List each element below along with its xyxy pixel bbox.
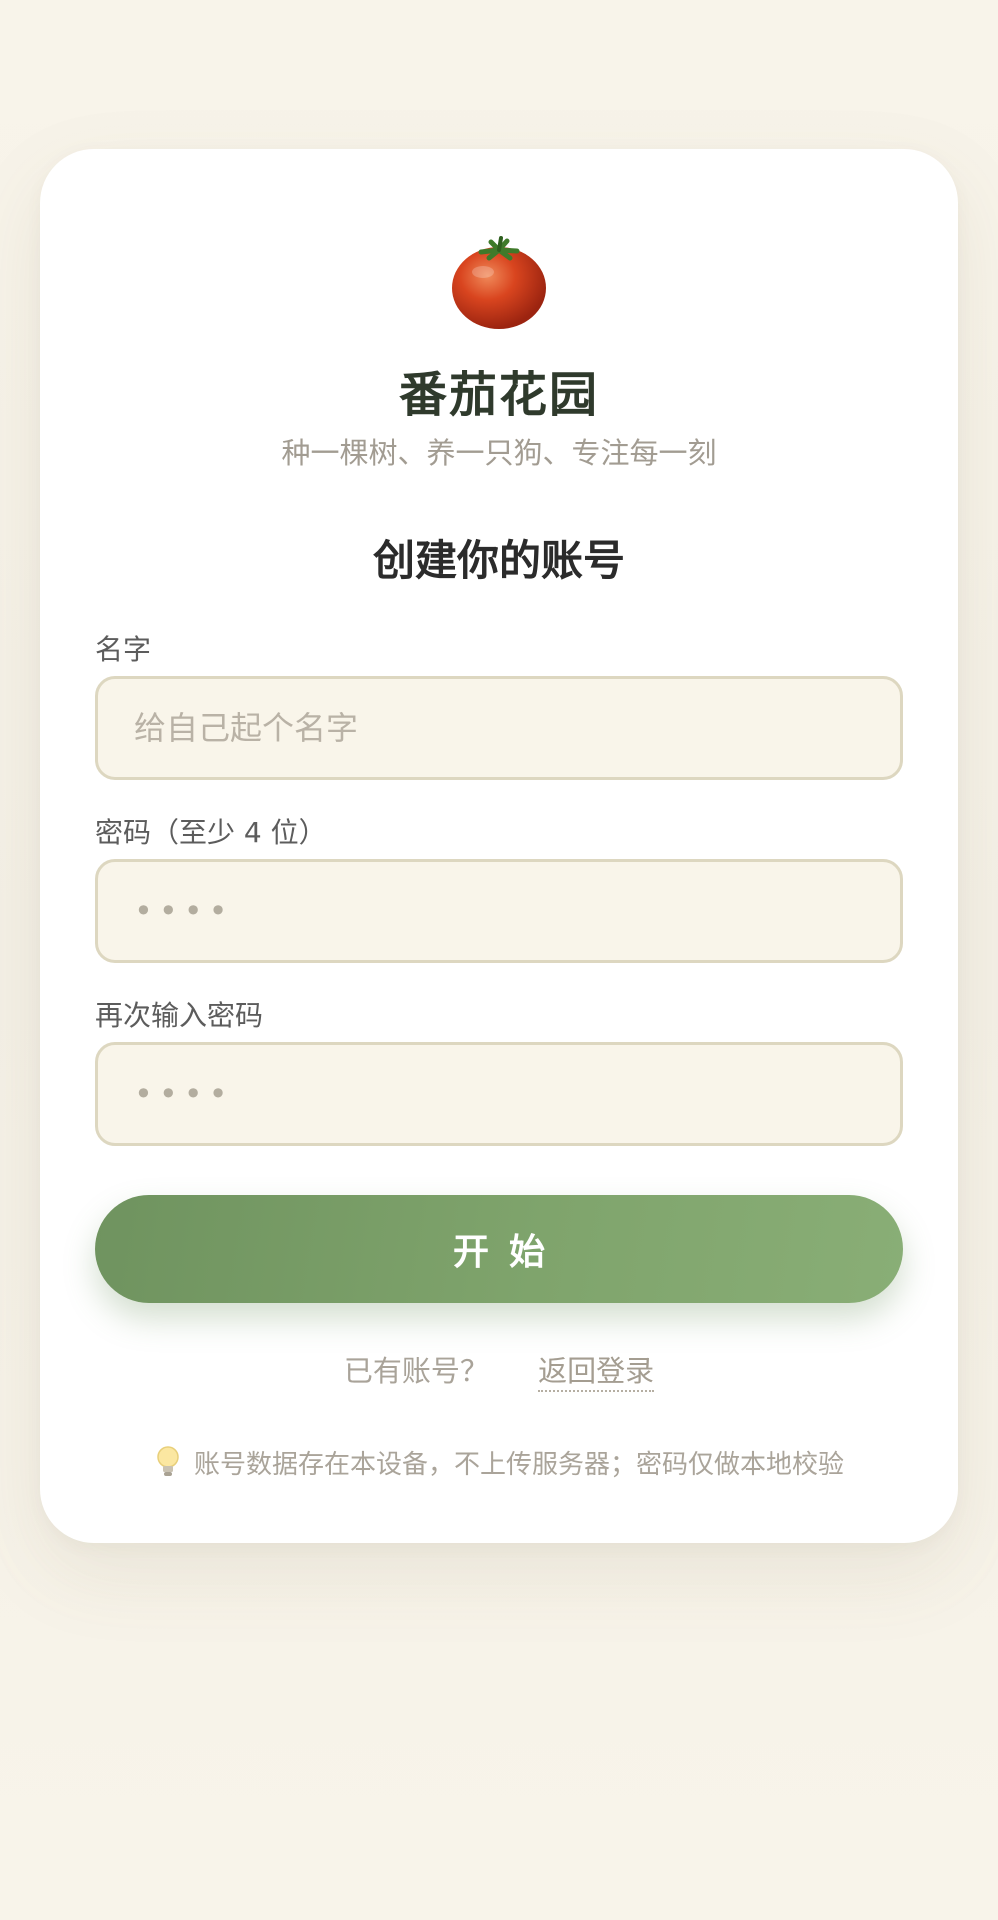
confirm-password-input[interactable] [95, 1042, 903, 1146]
storage-note: 账号数据存在本设备，不上传服务器；密码仅做本地校验 [40, 1444, 958, 1481]
name-input[interactable] [95, 676, 903, 780]
name-label: 名字 [95, 633, 152, 666]
login-prompt: 已有账号？ [343, 1354, 489, 1388]
back-to-login-link[interactable]: 返回登录 [538, 1354, 655, 1392]
lightbulb-icon [157, 1446, 179, 1476]
confirm-password-label: 再次输入密码 [95, 999, 264, 1032]
login-row: 已有账号？ 返回登录 [40, 1348, 958, 1392]
app-subtitle: 种一棵树、养一只狗、专注每一刻 [281, 436, 717, 470]
tomato-icon [452, 236, 546, 329]
app-title: 番茄花园 [398, 367, 599, 423]
password-label: 密码（至少 4 位） [95, 816, 327, 849]
register-card: 番茄花园 种一棵树、养一只狗、专注每一刻 创建你的账号 名字 密码（至少 4 位… [40, 149, 958, 1543]
password-input[interactable] [95, 859, 903, 963]
form-heading: 创建你的账号 [372, 536, 625, 585]
storage-note-text: 账号数据存在本设备，不上传服务器；密码仅做本地校验 [193, 1450, 844, 1480]
start-button[interactable]: 开始 [95, 1195, 903, 1303]
page-background: 番茄花园 种一棵树、养一只狗、专注每一刻 创建你的账号 名字 密码（至少 4 位… [0, 0, 998, 1920]
